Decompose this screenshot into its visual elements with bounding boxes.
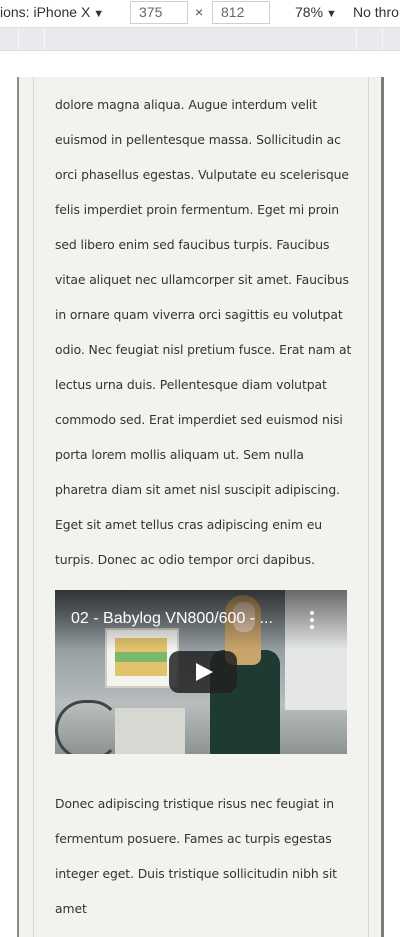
ruler-segment[interactable] [44,28,45,50]
content-column: dolore magna aliqua. Augue interdum veli… [33,77,369,937]
thumbnail-tubes [55,700,121,754]
ruler-segment[interactable] [356,28,357,50]
device-toolbar: ions: iPhone X ▼ 375 × 812 78% ▼ No thro [0,0,400,28]
chevron-down-icon: ▼ [93,8,105,20]
thumbnail-cart [115,708,185,754]
video-player[interactable]: 02 - Babylog VN800/600 - ... [55,590,347,754]
body-paragraph: dolore magna aliqua. Augue interdum veli… [55,97,352,567]
play-button[interactable] [169,651,237,693]
times-icon: × [195,4,204,20]
zoom-label: 78% [295,4,324,20]
height-input[interactable]: 812 [212,1,270,24]
device-selector[interactable]: ions: iPhone X ▼ [0,4,104,20]
video-title[interactable]: 02 - Babylog VN800/600 - ... [71,610,273,628]
ruler-segment[interactable] [382,28,383,50]
media-query-ruler[interactable] [0,28,400,51]
device-label: ions: iPhone X [0,4,91,20]
zoom-selector[interactable]: 78% ▼ [295,4,337,20]
throttle-selector[interactable]: No thro [353,4,399,20]
width-input[interactable]: 375 [130,1,188,24]
body-paragraph: Donec adipiscing tristique risus nec feu… [55,796,337,916]
chevron-down-icon: ▼ [326,8,337,20]
device-frame: dolore magna aliqua. Augue interdum veli… [17,77,384,937]
ruler-segment[interactable] [18,28,19,50]
more-vert-icon[interactable] [309,611,315,629]
device-viewport: dolore magna aliqua. Augue interdum veli… [0,51,400,937]
